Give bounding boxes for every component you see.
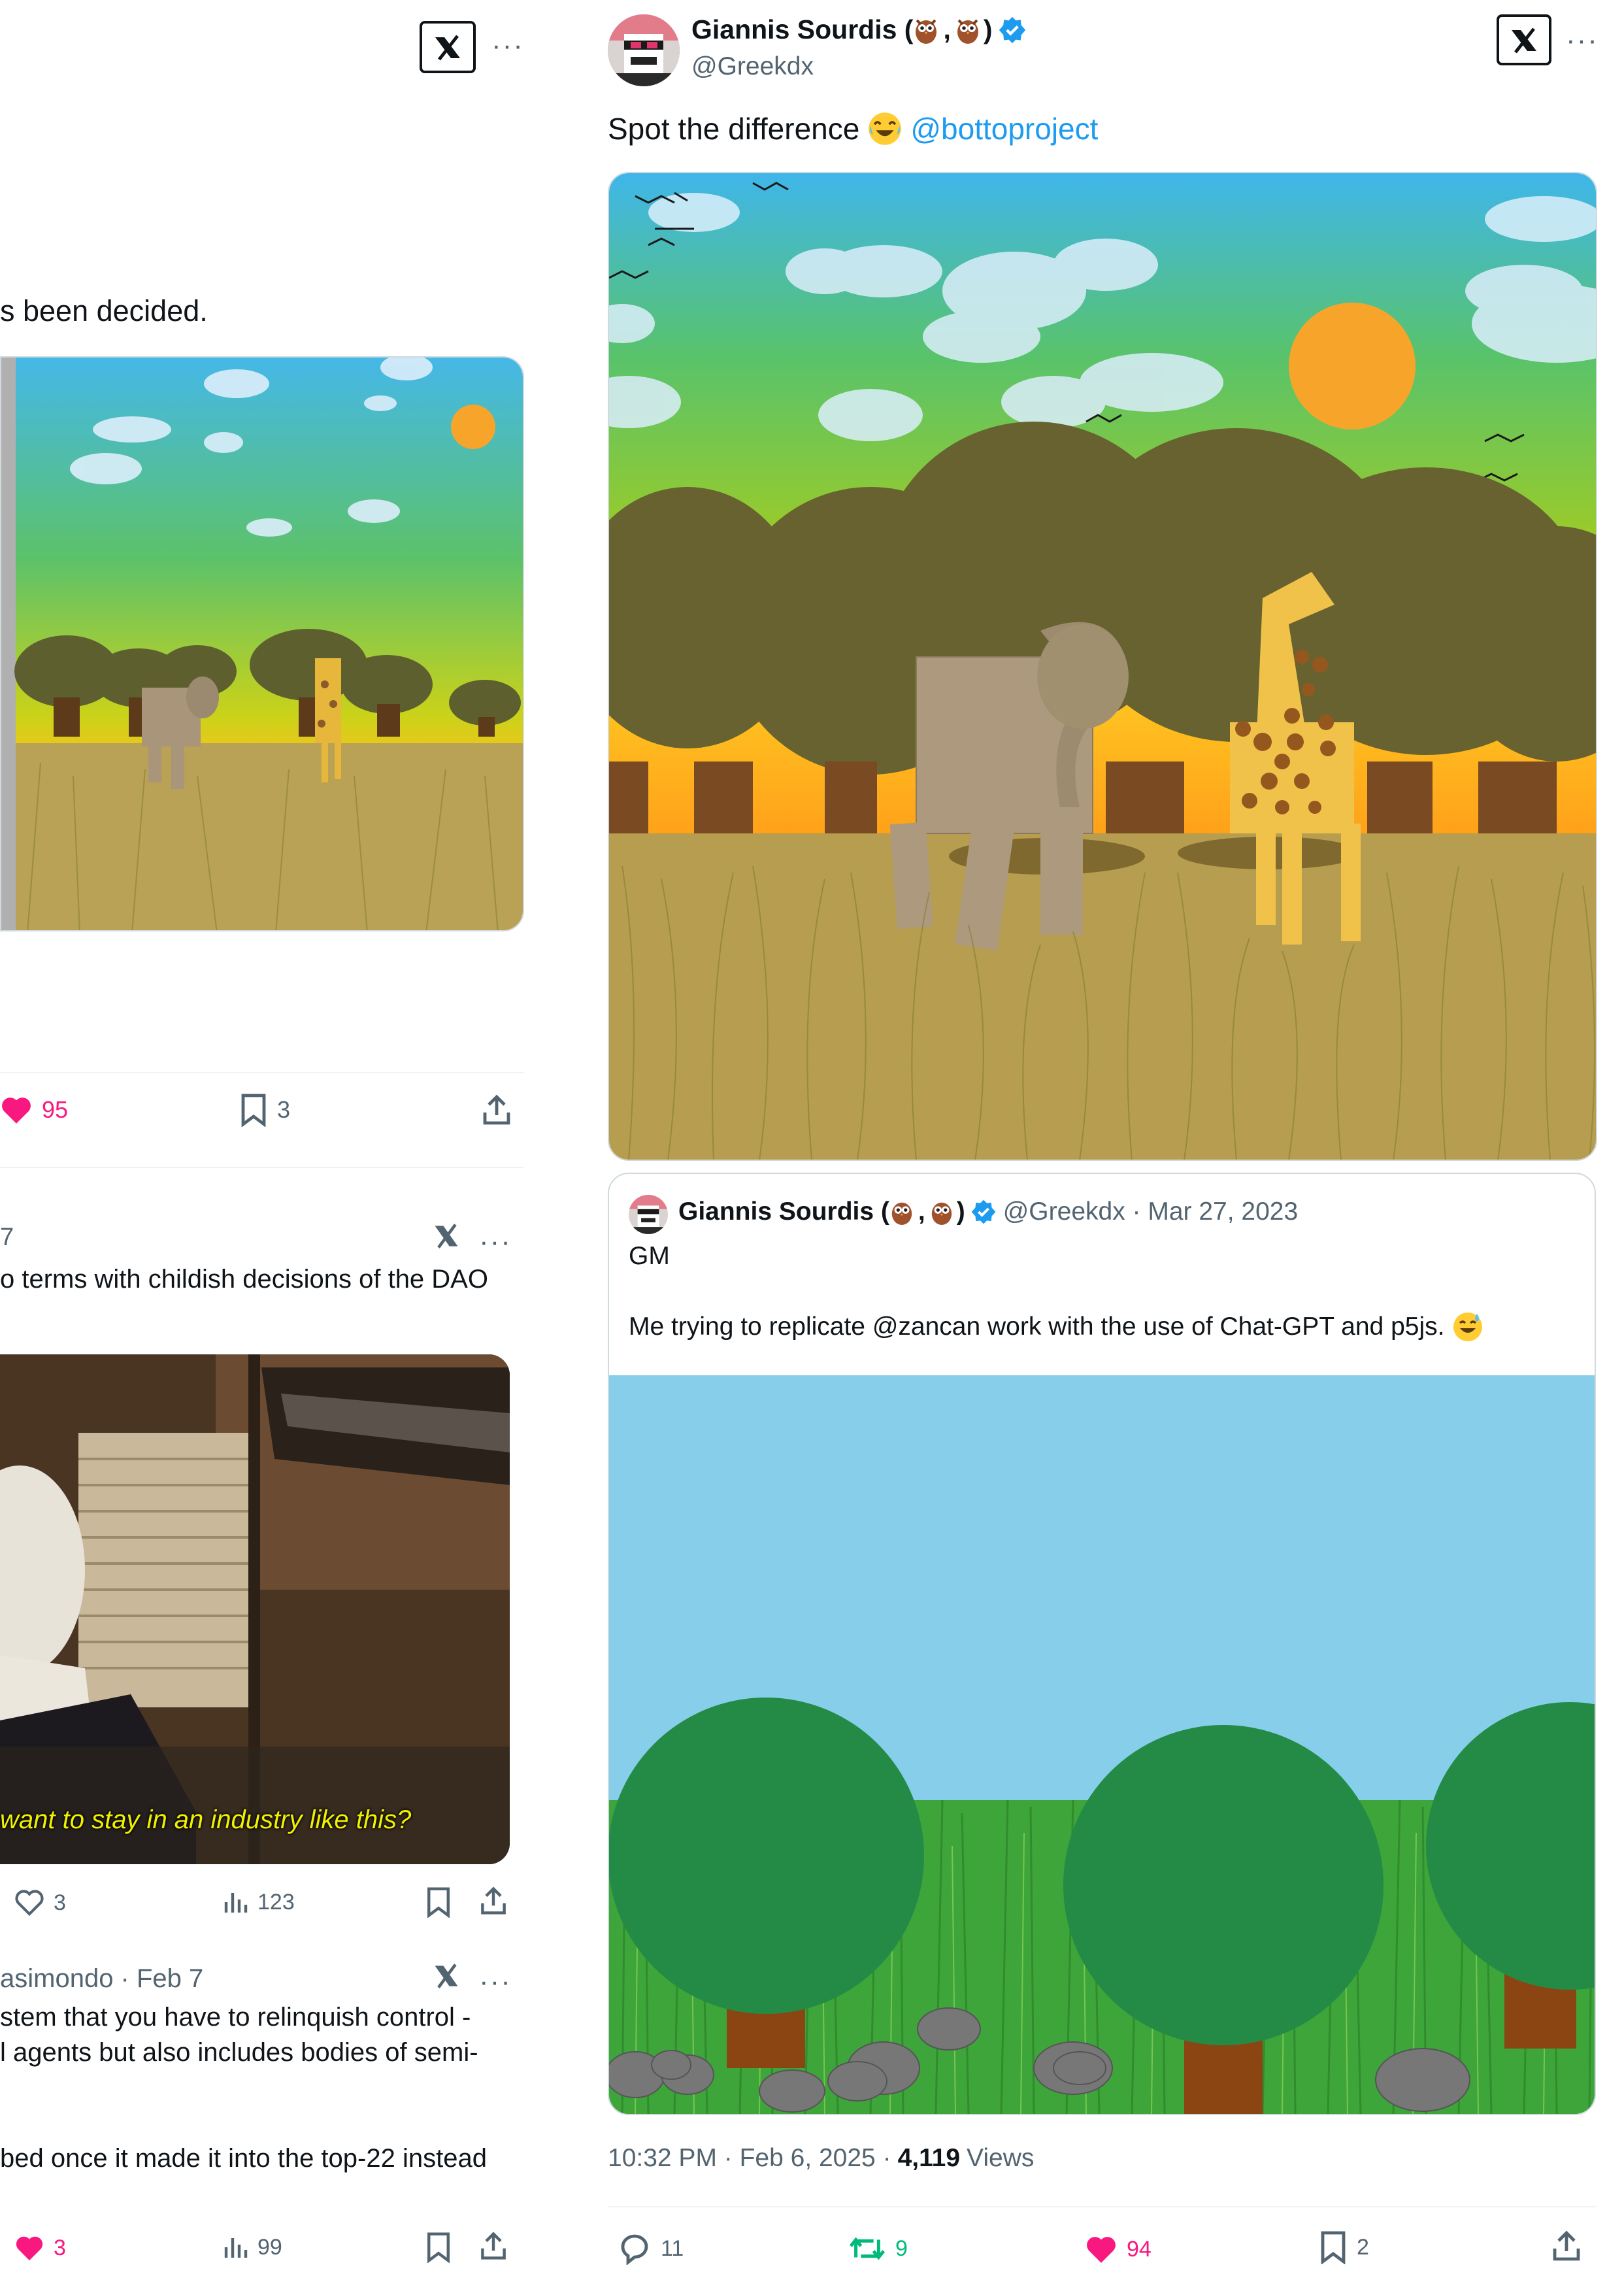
x-logo-icon[interactable]: [420, 21, 476, 73]
views-icon: [224, 2238, 248, 2258]
more-icon[interactable]: ···: [491, 31, 524, 60]
like-count: 94: [1127, 2236, 1152, 2262]
retweet-button[interactable]: 9: [848, 2234, 908, 2263]
tweet-text: o terms with childish decisions of the D…: [0, 1265, 488, 1294]
owl-emoji-icon: [957, 19, 978, 44]
author-handle[interactable]: @Greekdx: [691, 52, 814, 81]
heart-icon: [16, 2236, 43, 2261]
x-logo-icon[interactable]: [431, 1961, 461, 1994]
quote-text: Me trying to replicate @zancan work with…: [629, 1311, 1483, 1343]
bookmark-button[interactable]: [425, 1886, 452, 1921]
quote-text-line: Me trying to replicate @zancan work with…: [629, 1313, 1445, 1341]
tweet-text: s been decided.: [0, 294, 208, 327]
bookmark-icon: [427, 1887, 450, 1918]
more-icon[interactable]: ···: [479, 1967, 512, 1996]
like-count: 3: [54, 1890, 66, 1915]
quote-author-close: ): [956, 1197, 965, 1226]
share-icon: [481, 2232, 506, 2260]
quote-image[interactable]: [609, 1375, 1595, 2114]
share-button[interactable]: [478, 1885, 508, 1920]
owl-emoji-icon: [916, 19, 937, 44]
like-button[interactable]: 94: [1085, 2234, 1152, 2264]
views-icon: [224, 1893, 248, 1913]
quote-author-name: Giannis Sourdis (: [678, 1197, 889, 1226]
owl-emoji-icon: [891, 1202, 912, 1225]
share-icon: [483, 1094, 510, 1125]
bookmark-count: 3: [277, 1096, 291, 1123]
x-logo-icon[interactable]: [431, 1221, 461, 1254]
heart-icon: [15, 1890, 44, 1916]
heart-icon: [1087, 2237, 1116, 2263]
x-logo-icon[interactable]: [1497, 14, 1551, 65]
tweet-text-body: Spot the difference: [608, 112, 860, 146]
owl-emoji-icon: [931, 1202, 952, 1225]
views-button[interactable]: 99: [222, 2234, 282, 2260]
reply-button[interactable]: 11: [618, 2232, 684, 2265]
views-button[interactable]: 123: [222, 1889, 295, 1915]
verified-badge-icon: [999, 16, 1025, 43]
sweat-smile-emoji-icon: [1453, 1313, 1483, 1341]
tweet-date[interactable]: 7: [0, 1224, 14, 1252]
share-icon: [481, 1886, 506, 1915]
retweet-count: 9: [895, 2235, 908, 2261]
reply-count: 11: [661, 2235, 684, 2261]
laugh-emoji-icon: [869, 112, 902, 145]
timestamp[interactable]: 10:32 PM · Feb 6, 2025 ·: [608, 2144, 891, 2173]
quoted-tweet[interactable]: Giannis Sourdis ( , ) @Greekdx · Mar 27,…: [608, 1173, 1596, 2115]
like-count: 95: [42, 1096, 69, 1123]
author-separator: ,: [943, 14, 951, 44]
like-button[interactable]: 3: [14, 1889, 66, 1916]
tweet-text: Spot the difference @bottoproject: [608, 111, 1098, 146]
tweet-text-line: bed once it made it into the top-22 inst…: [0, 2144, 487, 2173]
share-button[interactable]: [478, 2230, 508, 2265]
bookmark-icon: [241, 1094, 266, 1127]
mention-link[interactable]: @bottoproject: [910, 111, 1098, 146]
more-icon[interactable]: ···: [479, 1228, 512, 1256]
author-close: ): [983, 14, 993, 44]
bookmark-button[interactable]: [425, 2232, 452, 2266]
quote-author-separator: ,: [918, 1197, 925, 1226]
timestamp-line: 10:32 PM · Feb 6, 2025 · 4,119 Views: [608, 2144, 1034, 2173]
more-icon[interactable]: ···: [1566, 26, 1599, 55]
views-count: 4,119: [897, 2144, 961, 2172]
like-button[interactable]: 3: [14, 2234, 66, 2262]
bookmark-button[interactable]: 2: [1319, 2230, 1369, 2264]
share-button[interactable]: [1550, 2229, 1583, 2266]
tweet-text-line: stem that you have to relinquish control…: [0, 2003, 471, 2032]
verified-badge-icon: [971, 1199, 996, 1224]
tweet-image[interactable]: [608, 172, 1597, 1161]
bookmark-count: 2: [1357, 2234, 1369, 2260]
like-button[interactable]: 95: [0, 1095, 68, 1125]
views-count: 99: [257, 2234, 282, 2260]
tweet-text-line: l agents but also includes bodies of sem…: [0, 2038, 478, 2067]
quote-text-line: GM: [629, 1242, 670, 1270]
bookmark-icon: [427, 2232, 450, 2264]
bookmark-button[interactable]: 3: [239, 1093, 290, 1127]
share-button[interactable]: [480, 1093, 513, 1130]
reply-icon: [621, 2234, 648, 2265]
quote-avatar: [629, 1195, 668, 1234]
quote-author-line: Giannis Sourdis ( , ) @Greekdx · Mar 27,…: [678, 1197, 1298, 1226]
views-label: Views: [967, 2144, 1035, 2172]
avatar[interactable]: [608, 14, 680, 86]
tweet-image[interactable]: [0, 356, 524, 931]
share-icon: [1553, 2230, 1580, 2261]
author-line[interactable]: Giannis Sourdis ( , ): [691, 14, 1027, 45]
like-count: 3: [54, 2235, 66, 2260]
retweet-icon: [849, 2237, 886, 2260]
heart-icon: [2, 1097, 31, 1124]
bookmark-icon: [1321, 2231, 1346, 2264]
author-name: Giannis Sourdis (: [691, 14, 914, 44]
quote-handle-date: @Greekdx · Mar 27, 2023: [1003, 1197, 1299, 1226]
tweet-author-date[interactable]: asimondo · Feb 7: [0, 1964, 203, 1994]
views-count: 123: [257, 1889, 295, 1915]
tweet-video[interactable]: want to stay in an industry like this?: [0, 1354, 510, 1864]
video-caption: want to stay in an industry like this?: [0, 1805, 412, 1834]
